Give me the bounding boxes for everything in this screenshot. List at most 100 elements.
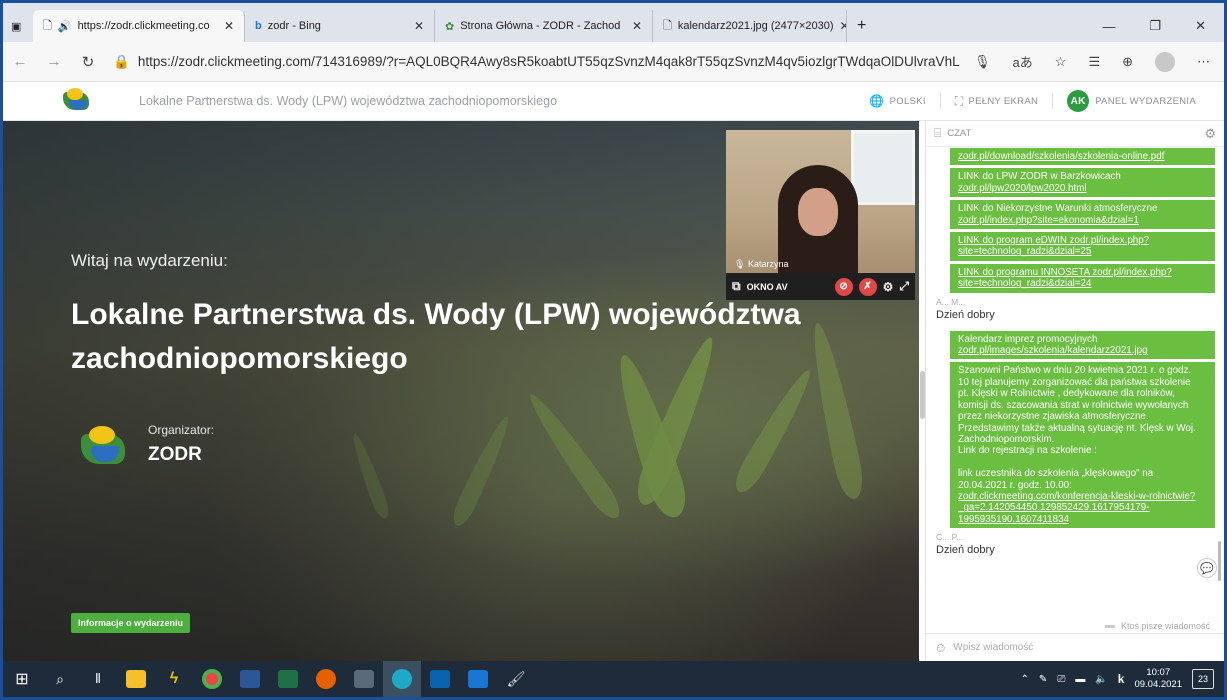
av-window-icon[interactable]: ⧉ bbox=[732, 279, 741, 294]
chat-message-line: Przedstawimy także aktualną sytuację nt.… bbox=[958, 422, 1196, 434]
read-aloud-icon[interactable]: aあ bbox=[1013, 52, 1033, 71]
start-icon[interactable]: ⊞ bbox=[3, 661, 41, 697]
mic-off-icon[interactable]: ✗ bbox=[858, 277, 877, 296]
winamp-icon[interactable]: ϟ bbox=[155, 661, 193, 697]
chat-message-line[interactable]: LINK do programu INNOSETA zodr.pl/index.… bbox=[958, 267, 1207, 278]
presenter-name: 🎙 Katarzyna bbox=[734, 259, 789, 269]
favorite-star-icon[interactable]: ☆ bbox=[1055, 54, 1067, 70]
clock[interactable]: 10:07 09.04.2021 bbox=[1134, 667, 1182, 691]
chat-message-outgoing: LINK do LPW ZODR w Barzkowicach zodr.pl/l… bbox=[950, 168, 1215, 198]
close-icon[interactable]: ✕ bbox=[224, 19, 234, 33]
more-menu-icon[interactable]: ⋯ bbox=[1197, 54, 1210, 70]
keyboard-icon[interactable]: k bbox=[1118, 672, 1125, 686]
chrome-icon[interactable] bbox=[193, 661, 231, 697]
tab-actions-icon[interactable]: ▣ bbox=[3, 10, 33, 42]
system-tray: ⌃ ✎ ⎚ ▬ 🔈 k 10:07 09.04.2021 23 bbox=[1021, 667, 1224, 691]
tab-bar: ▣ 🗋 🔊 https://zodr.clickmeeting.co ✕ b z… bbox=[3, 3, 1224, 42]
chat-scrollbar[interactable] bbox=[1218, 541, 1221, 581]
chat-messages: zodr.pl/download/szkolenia/szkolenia-onl… bbox=[926, 148, 1224, 630]
paint-icon[interactable]: 🖌 bbox=[497, 661, 535, 697]
camera-icon[interactable] bbox=[345, 661, 383, 697]
profile-avatar[interactable] bbox=[1155, 51, 1175, 72]
chat-message-line: pt. Klęski w Rolnictwie , dedykowane dla… bbox=[958, 388, 1175, 400]
file-explorer-icon[interactable] bbox=[117, 661, 155, 697]
bing-icon: b bbox=[255, 20, 262, 32]
camera-off-icon[interactable]: ⊘ bbox=[834, 277, 853, 296]
chat-message-line[interactable]: LINK do program eDWIN zodr.pl/index.php? bbox=[958, 235, 1207, 246]
chat-panel: ⌸ CZAT ⚙ zodr.pl/download/szkolenia/szko… bbox=[925, 121, 1224, 661]
collections-icon[interactable]: ⊕ bbox=[1122, 54, 1133, 70]
event-panel-button[interactable]: AK PANEL WYDARZENIA bbox=[1067, 90, 1196, 112]
close-icon[interactable]: ✕ bbox=[840, 19, 846, 33]
taskview-icon[interactable]: ⫴ bbox=[79, 661, 117, 697]
settings-icon[interactable]: ⚙ bbox=[883, 280, 894, 294]
tab-kalendarz[interactable]: 🗋 kalendarz2021.jpg (2477×2030) ✕ bbox=[653, 10, 847, 42]
close-icon[interactable]: ✕ bbox=[632, 19, 642, 33]
chat-message-line[interactable]: zodr.clickmeeting.com/konferencja-kleski… bbox=[958, 491, 1207, 502]
edge-icon[interactable] bbox=[383, 661, 421, 697]
page-icon: 🗋 bbox=[663, 19, 672, 32]
tab-zodr[interactable]: ✿ Strona Główna - ZODR - Zachod ✕ bbox=[435, 10, 653, 42]
chat-message-line: komisji ds. szacowania strat w rolnictwi… bbox=[958, 399, 1189, 411]
emoji-icon[interactable]: ☺ bbox=[934, 640, 947, 655]
url-field[interactable]: 🔒 https://zodr.clickmeeting.com/71431698… bbox=[105, 48, 960, 76]
excel-icon[interactable] bbox=[269, 661, 307, 697]
network-icon[interactable]: ▬ bbox=[1075, 674, 1085, 685]
audio-icon[interactable]: 🔊 bbox=[58, 20, 72, 33]
typing-indicator: Ktoś pisze wiadomość bbox=[1104, 621, 1210, 631]
chat-sender: A... M... bbox=[936, 296, 966, 307]
chat-message-line[interactable]: zodr.pl/download/szkolenia/szkolenia-onl… bbox=[958, 151, 1207, 162]
browser-window: ▣ 🗋 🔊 https://zodr.clickmeeting.co ✕ b z… bbox=[0, 0, 1227, 700]
maximize-icon[interactable]: ❐ bbox=[1149, 18, 1161, 34]
chat-input[interactable]: ☺ Wpisz wiadomość bbox=[926, 633, 1224, 661]
chat-settings-icon[interactable]: ⚙ bbox=[1204, 126, 1216, 142]
tray-chevron-icon[interactable]: ⌃ bbox=[1021, 674, 1029, 685]
chat-sender: C... P... bbox=[936, 532, 964, 543]
expand-icon[interactable]: ⤢ bbox=[899, 279, 909, 294]
chat-message-outgoing: Kalendarz imprez promocyjnych zodr.pl/ima… bbox=[950, 330, 1215, 360]
firefox-icon[interactable] bbox=[307, 661, 345, 697]
pen-icon[interactable]: ✎ bbox=[1039, 674, 1047, 685]
minimize-icon[interactable]: — bbox=[1102, 19, 1115, 34]
forward-icon[interactable]: → bbox=[37, 53, 71, 70]
event-info-button[interactable]: Informacje o wydarzeniu bbox=[71, 613, 191, 633]
chat-message-line[interactable]: zodr.pl/index.php?site=ekonomia&dzial=1 bbox=[958, 215, 1207, 226]
language-selector[interactable]: 🌐 POLSKI bbox=[869, 94, 925, 108]
chat-bubble-icon[interactable]: 💬 bbox=[1197, 558, 1217, 578]
chat-message-line: LINK do LPW ZODR w Barzkowicach bbox=[958, 171, 1121, 183]
chat-message-line[interactable]: site=technolog_radzi&dzial=25 bbox=[958, 246, 1207, 257]
usb-icon[interactable]: ⎚ bbox=[1057, 674, 1065, 685]
chat-message-line[interactable]: _ga=2.142054450.129852429.1617954179- bbox=[958, 502, 1207, 513]
chat-message-line[interactable]: zodr.pl/lpw2020/lpw2020.html bbox=[958, 183, 1207, 194]
app-header: Lokalne Partnerstwa ds. Wody (LPW) wojew… bbox=[3, 82, 1224, 121]
user-avatar: AK bbox=[1067, 90, 1090, 112]
page-icon: 🗋 bbox=[43, 19, 52, 32]
close-window-icon[interactable]: ✕ bbox=[1195, 18, 1206, 34]
search-icon[interactable]: ⌕ bbox=[41, 661, 79, 697]
globe-icon: 🌐 bbox=[869, 94, 885, 108]
outlook-icon[interactable] bbox=[421, 661, 459, 697]
chat-message-outgoing: LINK do program eDWIN zodr.pl/index.php?… bbox=[950, 232, 1215, 261]
chat-message-line[interactable]: zodr.pl/images/szkolenia/kalendarz2021.j… bbox=[958, 345, 1207, 356]
chat-message-line[interactable]: site=technolog_radzi&dzial=24 bbox=[958, 278, 1207, 289]
organizer-logo bbox=[81, 426, 127, 466]
tab-bing[interactable]: b zodr - Bing ✕ bbox=[245, 10, 435, 42]
close-icon[interactable]: ✕ bbox=[414, 19, 424, 33]
chat-message-line: 20.04.2021 r. godz. 10.00: bbox=[958, 479, 1072, 491]
new-tab-button[interactable]: + bbox=[847, 10, 876, 42]
volume-icon[interactable]: 🔈 bbox=[1095, 674, 1107, 685]
tab-clickmeeting[interactable]: 🗋 🔊 https://zodr.clickmeeting.co ✕ bbox=[33, 10, 245, 42]
chat-message-line: 10 tej planujemy zorganizować dla państw… bbox=[958, 376, 1191, 388]
refresh-icon[interactable]: ↻ bbox=[71, 53, 105, 71]
chat-message-line: Zachodniopomorskim. bbox=[958, 433, 1055, 445]
microphone-icon[interactable]: 🎙 bbox=[974, 54, 991, 70]
notification-center-icon[interactable]: 23 bbox=[1192, 669, 1214, 689]
chat-message-incoming: Dzień dobry bbox=[936, 544, 995, 557]
word-icon[interactable] bbox=[231, 661, 269, 697]
photos-icon[interactable] bbox=[459, 661, 497, 697]
fullscreen-button[interactable]: ⛶ PEŁNY EKRAN bbox=[955, 94, 1038, 109]
webcam-window[interactable]: 🎙 Katarzyna ⧉ OKNO AV ⊘ ✗ ⚙ ⤢ bbox=[726, 130, 915, 300]
chat-message-line[interactable]: 1995935190.1607411834 bbox=[958, 514, 1207, 525]
back-icon[interactable]: ← bbox=[3, 53, 37, 70]
favorites-icon[interactable]: ☰ bbox=[1088, 54, 1100, 70]
